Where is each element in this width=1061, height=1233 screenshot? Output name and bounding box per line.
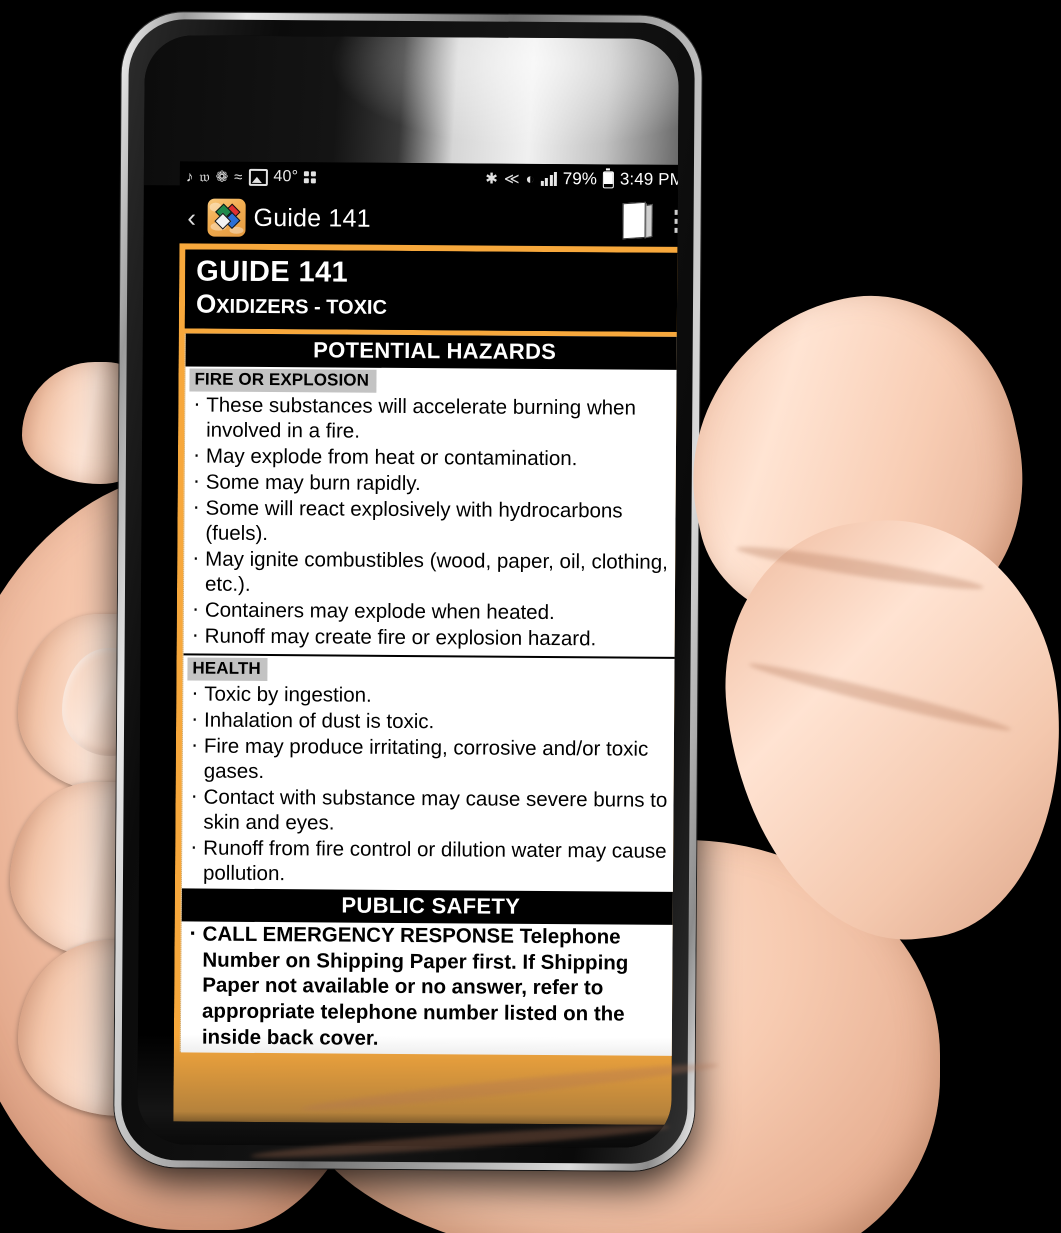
list-item: Runoff may create fire or explosion haza… bbox=[190, 624, 678, 652]
hazard-list-health: Toxic by ingestion. Inhalation of dust i… bbox=[182, 682, 679, 892]
list-item: CALL EMERGENCY RESPONSE Telephone Number… bbox=[187, 922, 676, 1054]
guide-number: GUIDE 141 bbox=[196, 255, 349, 289]
subsection-fire-or-explosion: FIRE OR EXPLOSION These substances will … bbox=[184, 367, 679, 655]
skin-crease bbox=[735, 540, 985, 596]
section-title-potential-hazards: POTENTIAL HAZARDS bbox=[185, 333, 679, 371]
pinwheel-icon: ❁ bbox=[215, 168, 229, 186]
status-bar-left: ♪ 𝔴 ❁ ≈ 40° bbox=[185, 167, 317, 186]
phone-glass: ♪ 𝔴 ❁ ≈ 40° ✱ ≪ ◐ 79% 3:49 PM ‹ Guide 14… bbox=[137, 35, 679, 1148]
phone-bezel: ♪ 𝔴 ❁ ≈ 40° ✱ ≪ ◐ 79% 3:49 PM ‹ Guide 14… bbox=[121, 19, 695, 1164]
list-item: Toxic by ingestion. bbox=[189, 682, 677, 710]
temperature-indicator: 40° bbox=[273, 168, 299, 186]
thumb-lower bbox=[708, 503, 1061, 957]
guide-body: POTENTIAL HAZARDS FIRE OR EXPLOSION Thes… bbox=[179, 333, 679, 1057]
section-title-public-safety: PUBLIC SAFETY bbox=[181, 888, 679, 926]
phone-screen: ♪ 𝔴 ❁ ≈ 40° ✱ ≪ ◐ 79% 3:49 PM ‹ Guide 14… bbox=[173, 161, 679, 1125]
thumb-upper bbox=[659, 269, 1051, 661]
list-item: Inhalation of dust is toxic. bbox=[189, 708, 677, 736]
wifi-icon: ◐ bbox=[525, 170, 535, 188]
subsection-health: HEALTH Toxic by ingestion. Inhalation of… bbox=[182, 656, 679, 892]
page-title: Guide 141 bbox=[253, 203, 371, 233]
back-button[interactable]: ‹ bbox=[184, 202, 200, 232]
glass-highlight bbox=[143, 35, 679, 181]
list-item: Some may burn rapidly. bbox=[191, 470, 679, 498]
battery-icon bbox=[602, 170, 614, 188]
list-item: Some will react explosively with hydroca… bbox=[190, 496, 678, 549]
subsection-label-health: HEALTH bbox=[187, 657, 268, 682]
wordpress-icon: 𝔴 bbox=[199, 168, 210, 186]
guide-name-initial: O bbox=[195, 288, 217, 319]
vibrate-mute-icon: ≪ bbox=[503, 170, 520, 188]
guide-page: GUIDE 141 OXIDIZERS - TOXIC POTENTIAL HA… bbox=[173, 243, 679, 1125]
overflow-menu-icon[interactable] bbox=[674, 209, 679, 233]
guide-header: GUIDE 141 OXIDIZERS - TOXIC bbox=[184, 249, 679, 333]
erg-app-icon bbox=[207, 198, 246, 237]
list-item: May ignite combustibles (wood, paper, oi… bbox=[190, 547, 678, 600]
book-icon[interactable] bbox=[622, 201, 653, 240]
list-item: Contact with substance may cause severe … bbox=[188, 785, 676, 838]
screenshot-stage: ♪ 𝔴 ❁ ≈ 40° ✱ ≪ ◐ 79% 3:49 PM ‹ Guide 14… bbox=[0, 0, 1061, 1233]
dots-icon bbox=[304, 171, 317, 184]
photo-icon bbox=[248, 168, 268, 186]
battery-percent: 79% bbox=[562, 169, 597, 189]
clock: 3:49 PM bbox=[619, 169, 679, 189]
list-item: These substances will accelerate burning… bbox=[191, 393, 679, 446]
glass-bottom-shade bbox=[137, 1034, 672, 1148]
bluetooth-icon: ✱ bbox=[485, 170, 498, 188]
status-bar-right: ✱ ≪ ◐ 79% 3:49 PM bbox=[485, 169, 679, 190]
list-item: Runoff from fire control or dilution wat… bbox=[188, 836, 676, 889]
hazard-list-fire: These substances will accelerate burning… bbox=[184, 393, 679, 655]
phone-device: ♪ 𝔴 ❁ ≈ 40° ✱ ≪ ◐ 79% 3:49 PM ‹ Guide 14… bbox=[113, 11, 703, 1172]
skin-crease bbox=[747, 657, 1013, 737]
swipe-icon: ≈ bbox=[234, 168, 243, 186]
music-note-icon: ♪ bbox=[185, 167, 194, 185]
guide-name-rest: XIDIZERS - TOXIC bbox=[216, 295, 388, 320]
action-bar: ‹ Guide 141 bbox=[179, 191, 679, 247]
list-item: May explode from heat or contamination. bbox=[191, 444, 679, 472]
list-item: Containers may explode when heated. bbox=[190, 598, 678, 626]
guide-name: OXIDIZERS - TOXIC bbox=[195, 288, 674, 323]
list-item: Fire may produce irritating, corrosive a… bbox=[189, 734, 677, 787]
signal-icon bbox=[540, 172, 557, 187]
status-bar: ♪ 𝔴 ❁ ≈ 40° ✱ ≪ ◐ 79% 3:49 PM bbox=[179, 161, 679, 195]
subsection-label-fire: FIRE OR EXPLOSION bbox=[189, 368, 377, 393]
